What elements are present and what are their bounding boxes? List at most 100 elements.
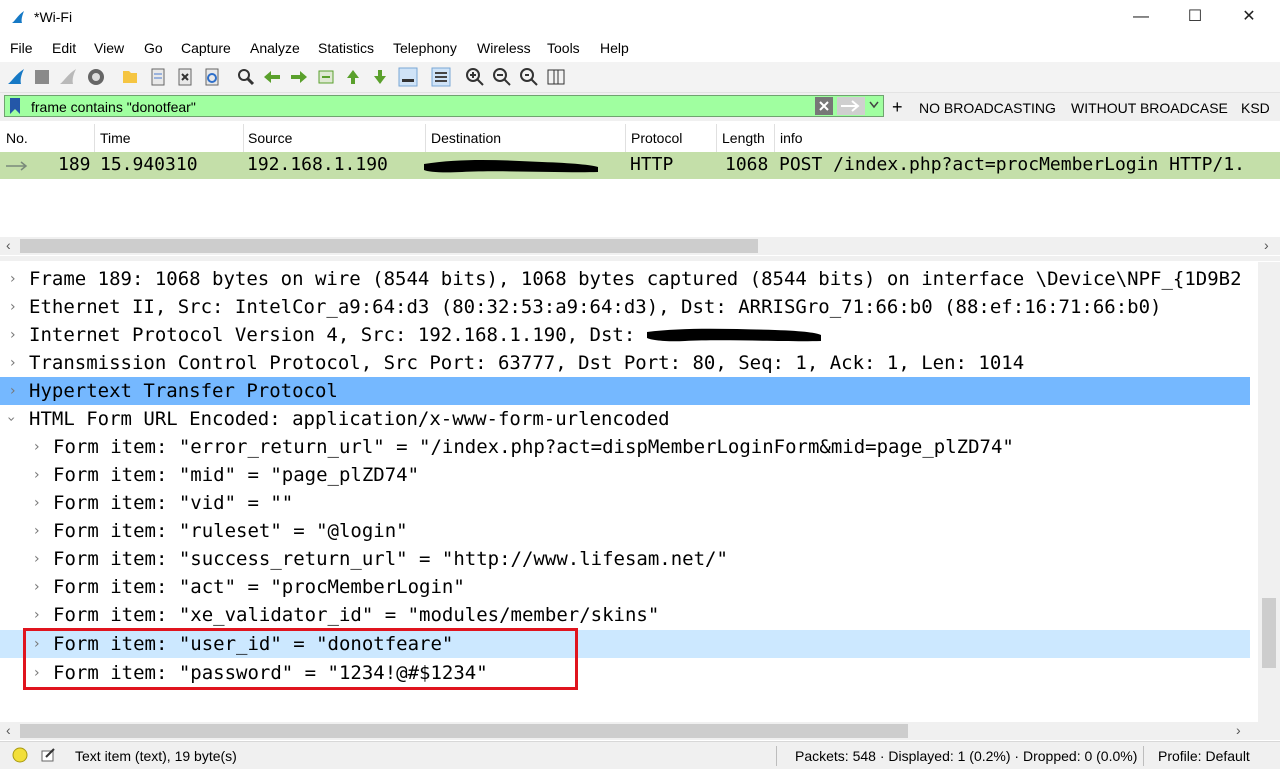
tree-row-ipv4[interactable]: › Internet Protocol Version 4, Src: 192.… <box>0 321 1258 349</box>
scroll-right-icon[interactable]: › <box>1236 722 1241 738</box>
filter-button-no-broadcasting[interactable]: NO BROADCASTING <box>919 100 1056 116</box>
scroll-right-icon[interactable]: › <box>1264 237 1269 253</box>
save-file-icon[interactable] <box>148 67 168 87</box>
collapse-arrow-icon[interactable]: › <box>0 416 25 422</box>
status-packets: Packets: 548 · Displayed: 1 (0.2%) · Dro… <box>795 748 1138 764</box>
menu-capture[interactable]: Capture <box>181 40 231 56</box>
stop-capture-icon[interactable] <box>32 67 52 87</box>
column-time[interactable]: Time <box>100 130 131 146</box>
form-item-row[interactable]: › Form item: "xe_validator_id" = "module… <box>0 601 1258 629</box>
menu-edit[interactable]: Edit <box>52 40 76 56</box>
filter-button-ksd[interactable]: KSD <box>1241 100 1270 116</box>
display-filter-input[interactable]: frame contains "donotfear" <box>4 95 884 117</box>
column-info[interactable]: info <box>780 130 803 146</box>
capture-options-icon[interactable] <box>86 67 106 87</box>
apply-filter-icon[interactable] <box>837 97 865 115</box>
pane-splitter[interactable] <box>0 256 1280 261</box>
tree-row-frame[interactable]: › Frame 189: 1068 bytes on wire (8544 bi… <box>0 265 1258 293</box>
menu-tools[interactable]: Tools <box>547 40 580 56</box>
zoom-in-icon[interactable] <box>465 67 485 87</box>
close-file-icon[interactable] <box>175 67 195 87</box>
expand-arrow-icon[interactable]: › <box>34 517 40 545</box>
form-item-row[interactable]: › Form item: "act" = "procMemberLogin" <box>0 573 1258 601</box>
column-source[interactable]: Source <box>248 130 292 146</box>
form-item-row[interactable]: › Form item: "success_return_url" = "htt… <box>0 545 1258 573</box>
bookmark-icon[interactable] <box>9 98 21 114</box>
menu-statistics[interactable]: Statistics <box>318 40 374 56</box>
clear-filter-icon[interactable] <box>815 97 833 115</box>
packet-time: 15.940310 <box>100 154 198 175</box>
packet-source: 192.168.1.190 <box>247 154 388 175</box>
tree-row-html-form[interactable]: › HTML Form URL Encoded: application/x-w… <box>0 405 1258 433</box>
restart-capture-icon[interactable] <box>58 67 78 87</box>
go-back-icon[interactable] <box>262 67 282 87</box>
expand-arrow-icon[interactable]: › <box>10 349 16 377</box>
status-profile[interactable]: Profile: Default <box>1158 748 1250 764</box>
tree-row-http[interactable]: › Hypertext Transfer Protocol <box>0 377 1250 405</box>
form-item-row[interactable]: › Form item: "vid" = "" <box>0 489 1258 517</box>
menu-file[interactable]: File <box>10 40 33 56</box>
go-first-icon[interactable] <box>343 67 363 87</box>
maximize-button[interactable]: ☐ <box>1172 0 1218 34</box>
resize-columns-icon[interactable] <box>546 67 566 87</box>
scroll-left-icon[interactable]: ‹ <box>6 722 11 738</box>
expand-arrow-icon[interactable]: › <box>10 293 16 321</box>
wireshark-fin-icon <box>12 11 24 23</box>
form-item-row[interactable]: › Form item: "mid" = "page_plZD74" <box>0 461 1258 489</box>
menu-help[interactable]: Help <box>600 40 629 56</box>
column-length[interactable]: Length <box>722 130 765 146</box>
expand-arrow-icon[interactable]: › <box>10 321 16 349</box>
details-hscroll-thumb[interactable] <box>20 724 908 738</box>
expert-info-icon[interactable] <box>12 747 28 763</box>
filter-history-dropdown-icon[interactable] <box>869 101 879 109</box>
expand-arrow-icon[interactable]: › <box>10 377 16 405</box>
add-filter-button[interactable]: + <box>892 97 903 118</box>
expand-arrow-icon[interactable]: › <box>34 433 40 461</box>
close-button[interactable]: ✕ <box>1226 0 1272 34</box>
form-item-row[interactable]: › Form item: "ruleset" = "@login" <box>0 517 1258 545</box>
window-title: *Wi-Fi <box>34 9 73 25</box>
menu-go[interactable]: Go <box>144 40 163 56</box>
packet-row[interactable]: 189 15.940310 192.168.1.190 HTTP 1068 PO… <box>0 152 1280 179</box>
redaction-scribble <box>424 160 598 173</box>
column-protocol[interactable]: Protocol <box>631 130 682 146</box>
tree-row-ethernet[interactable]: › Ethernet II, Src: IntelCor_a9:64:d3 (8… <box>0 293 1258 321</box>
status-bar: Text item (text), 19 byte(s) Packets: 54… <box>0 741 1280 769</box>
redaction-scribble <box>647 328 821 342</box>
menu-wireless[interactable]: Wireless <box>477 40 531 56</box>
autoscroll-icon[interactable] <box>398 67 418 87</box>
details-vscrollbar[interactable] <box>1258 262 1280 722</box>
edit-comment-icon[interactable] <box>40 747 56 763</box>
expand-arrow-icon[interactable]: › <box>34 461 40 489</box>
filter-button-without-broadcase[interactable]: WITHOUT BROADCASE <box>1071 100 1228 116</box>
details-hscrollbar[interactable]: ‹ › <box>0 722 1280 740</box>
tree-row-tcp[interactable]: › Transmission Control Protocol, Src Por… <box>0 349 1258 377</box>
column-destination[interactable]: Destination <box>431 130 501 146</box>
open-file-icon[interactable] <box>120 67 140 87</box>
packet-list-hscroll-thumb[interactable] <box>20 239 758 253</box>
menu-analyze[interactable]: Analyze <box>250 40 300 56</box>
minimize-button[interactable]: — <box>1118 0 1164 34</box>
expand-arrow-icon[interactable]: › <box>10 265 16 293</box>
find-packet-icon[interactable] <box>236 67 256 87</box>
go-to-packet-icon[interactable] <box>316 67 336 87</box>
form-item-row[interactable]: › Form item: "error_return_url" = "/inde… <box>0 433 1258 461</box>
column-no[interactable]: No. <box>6 130 28 146</box>
expand-arrow-icon[interactable]: › <box>34 489 40 517</box>
menu-view[interactable]: View <box>94 40 124 56</box>
go-forward-icon[interactable] <box>289 67 309 87</box>
main-toolbar <box>0 62 1280 93</box>
normal-size-icon[interactable] <box>519 67 539 87</box>
expand-arrow-icon[interactable]: › <box>34 545 40 573</box>
expand-arrow-icon[interactable]: › <box>34 573 40 601</box>
reload-file-icon[interactable] <box>202 67 222 87</box>
menu-telephony[interactable]: Telephony <box>393 40 457 56</box>
start-capture-icon[interactable] <box>6 67 26 87</box>
go-last-icon[interactable] <box>370 67 390 87</box>
expand-arrow-icon[interactable]: › <box>34 601 40 629</box>
zoom-out-icon[interactable] <box>492 67 512 87</box>
colorize-icon[interactable] <box>431 67 451 87</box>
scroll-left-icon[interactable]: ‹ <box>6 237 11 253</box>
packet-list-hscrollbar[interactable]: ‹ › <box>0 237 1280 255</box>
details-vscroll-thumb[interactable] <box>1262 598 1276 668</box>
